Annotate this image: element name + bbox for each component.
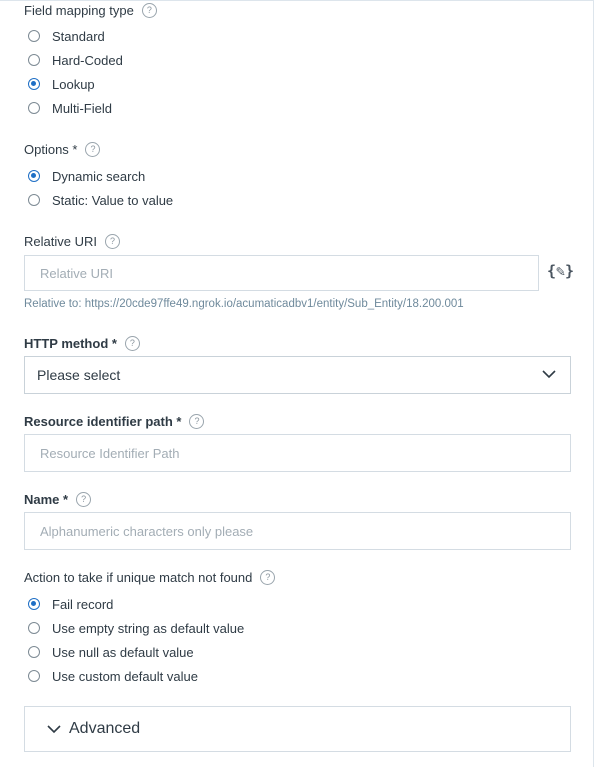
help-icon[interactable]: ? — [141, 3, 157, 19]
resource-identifier-path-label: Resource identifier path *? — [24, 414, 205, 430]
radio-circle[interactable] — [28, 102, 40, 114]
relative-uri-label: Relative URI? — [24, 234, 120, 250]
radio-static-value[interactable]: Static: Value to value — [28, 191, 173, 209]
chevron-down-icon — [542, 370, 556, 379]
unique-match-action-label: Action to take if unique match not found… — [24, 570, 276, 586]
relative-uri-input[interactable]: Relative URI — [24, 255, 539, 291]
chevron-down-icon — [47, 725, 61, 734]
help-icon[interactable]: ? — [124, 336, 140, 352]
radio-circle[interactable] — [28, 30, 40, 42]
help-icon[interactable]: ? — [104, 234, 120, 250]
help-icon[interactable]: ? — [189, 414, 205, 430]
http-method-label: HTTP method *? — [24, 336, 140, 352]
radio-circle-selected[interactable] — [28, 170, 40, 182]
help-icon[interactable]: ? — [85, 142, 101, 158]
radio-hard-coded[interactable]: Hard-Coded — [28, 51, 123, 69]
radio-dynamic-search[interactable]: Dynamic search — [28, 167, 145, 185]
radio-circle-selected[interactable] — [28, 78, 40, 90]
options-label: Options *? — [24, 142, 101, 158]
form-panel: Field mapping type? Standard Hard-Coded … — [0, 0, 594, 767]
relative-uri-hint: Relative to: https://20cde97ffe49.ngrok.… — [24, 298, 464, 310]
radio-null-default[interactable]: Use null as default value — [28, 643, 194, 661]
radio-empty-string[interactable]: Use empty string as default value — [28, 619, 244, 637]
field-mapping-type-label: Field mapping type? — [24, 3, 157, 19]
http-method-select[interactable]: Please select — [24, 356, 571, 394]
radio-custom-default[interactable]: Use custom default value — [28, 667, 198, 685]
name-label: Name *? — [24, 492, 92, 508]
variable-picker-icon[interactable]: {✎} — [547, 262, 574, 280]
radio-circle[interactable] — [28, 670, 40, 682]
resource-identifier-path-input[interactable]: Resource Identifier Path — [24, 434, 571, 472]
advanced-section-toggle[interactable]: Advanced — [24, 706, 571, 752]
help-icon[interactable]: ? — [260, 570, 276, 586]
radio-circle[interactable] — [28, 646, 40, 658]
name-input[interactable]: Alphanumeric characters only please — [24, 512, 571, 550]
radio-multi-field[interactable]: Multi-Field — [28, 99, 112, 117]
radio-circle-selected[interactable] — [28, 598, 40, 610]
radio-standard[interactable]: Standard — [28, 27, 105, 45]
radio-circle[interactable] — [28, 622, 40, 634]
radio-fail-record[interactable]: Fail record — [28, 595, 113, 613]
help-icon[interactable]: ? — [76, 492, 92, 508]
radio-lookup[interactable]: Lookup — [28, 75, 95, 93]
radio-circle[interactable] — [28, 194, 40, 206]
radio-circle[interactable] — [28, 54, 40, 66]
